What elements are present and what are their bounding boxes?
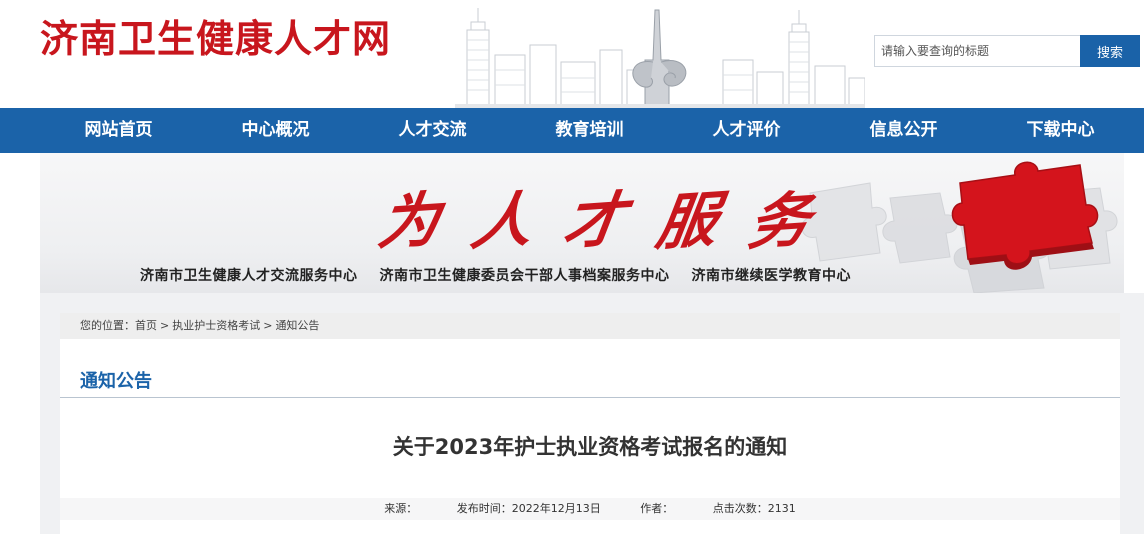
breadcrumb-prefix: 您的位置： (80, 319, 135, 332)
nav-item-talent-exchange[interactable]: 人才交流 (354, 108, 511, 153)
search-input[interactable] (874, 35, 1080, 67)
nav-item-about[interactable]: 中心概况 (197, 108, 354, 153)
breadcrumb-separator: > (263, 319, 273, 332)
nav-item-home[interactable]: 网站首页 (40, 108, 197, 153)
slogan-char: 才 (558, 184, 630, 259)
slogan-char: 为 (373, 184, 445, 259)
article-meta: 来源： 发布时间：2022年12月13日 作者： 点击次数：2131 (60, 498, 1120, 520)
slogan-char: 人 (466, 184, 538, 259)
nav-item-talent-evaluation[interactable]: 人才评价 (668, 108, 825, 153)
org-name: 济南市继续医学教育中心 (691, 268, 851, 284)
city-skyline-illustration (455, 8, 865, 108)
slogan-char: 务 (743, 184, 815, 259)
section-title: 通知公告 (80, 371, 152, 392)
main-nav: 网站首页 中心概况 人才交流 教育培训 人才评价 信息公开 下载中心 (0, 108, 1144, 153)
site-header: 济南卫生健康人才网 请输入要查询的标题 搜索 (0, 0, 1144, 108)
section-divider (60, 397, 1120, 398)
breadcrumb-link-notices[interactable]: 通知公告 (275, 319, 319, 332)
org-name: 济南市卫生健康人才交流服务中心 (140, 268, 358, 284)
search-button[interactable]: 搜索 (1080, 35, 1140, 67)
nav-item-download-center[interactable]: 下载中心 (982, 108, 1139, 153)
meta-source: 来源： (384, 502, 418, 515)
breadcrumb-separator: > (160, 319, 170, 332)
org-name: 济南市卫生健康委员会干部人事档案服务中心 (379, 268, 670, 284)
meta-publish-time: 发布时间：2022年12月13日 (456, 502, 601, 515)
slogan-char: 服 (651, 184, 723, 259)
breadcrumb: 您的位置：首页 > 执业护士资格考试 > 通知公告 (60, 313, 1120, 339)
meta-author: 作者： (640, 502, 674, 515)
breadcrumb-link-nurse-exam[interactable]: 执业护士资格考试 (172, 319, 260, 332)
nav-item-information-disclosure[interactable]: 信息公开 (825, 108, 982, 153)
article-panel: 您的位置：首页 > 执业护士资格考试 > 通知公告 通知公告 关于2023年护士执业资格… (60, 313, 1120, 534)
article-title: 关于2023年护士执业资格考试报名的通知 (392, 435, 788, 459)
banner-slogan: 为 人 才 服 务 (374, 171, 815, 261)
search-box: 搜索 (874, 35, 1140, 67)
nav-item-education-training[interactable]: 教育培训 (511, 108, 668, 153)
meta-views: 点击次数：2131 (712, 502, 796, 515)
site-logo[interactable]: 济南卫生健康人才网 (40, 14, 391, 64)
content-area: 您的位置：首页 > 执业护士资格考试 > 通知公告 通知公告 关于2023年护士执业资格… (40, 293, 1144, 534)
banner-organizations: 济南市卫生健康人才交流服务中心 济南市卫生健康委员会干部人事档案服务中心 济南市… (140, 265, 851, 285)
breadcrumb-link-home[interactable]: 首页 (135, 319, 157, 332)
banner: 为 人 才 服 务 济南市卫生健康人才交流服务中心 济南市卫生健康委员会干部人事… (40, 153, 1124, 293)
